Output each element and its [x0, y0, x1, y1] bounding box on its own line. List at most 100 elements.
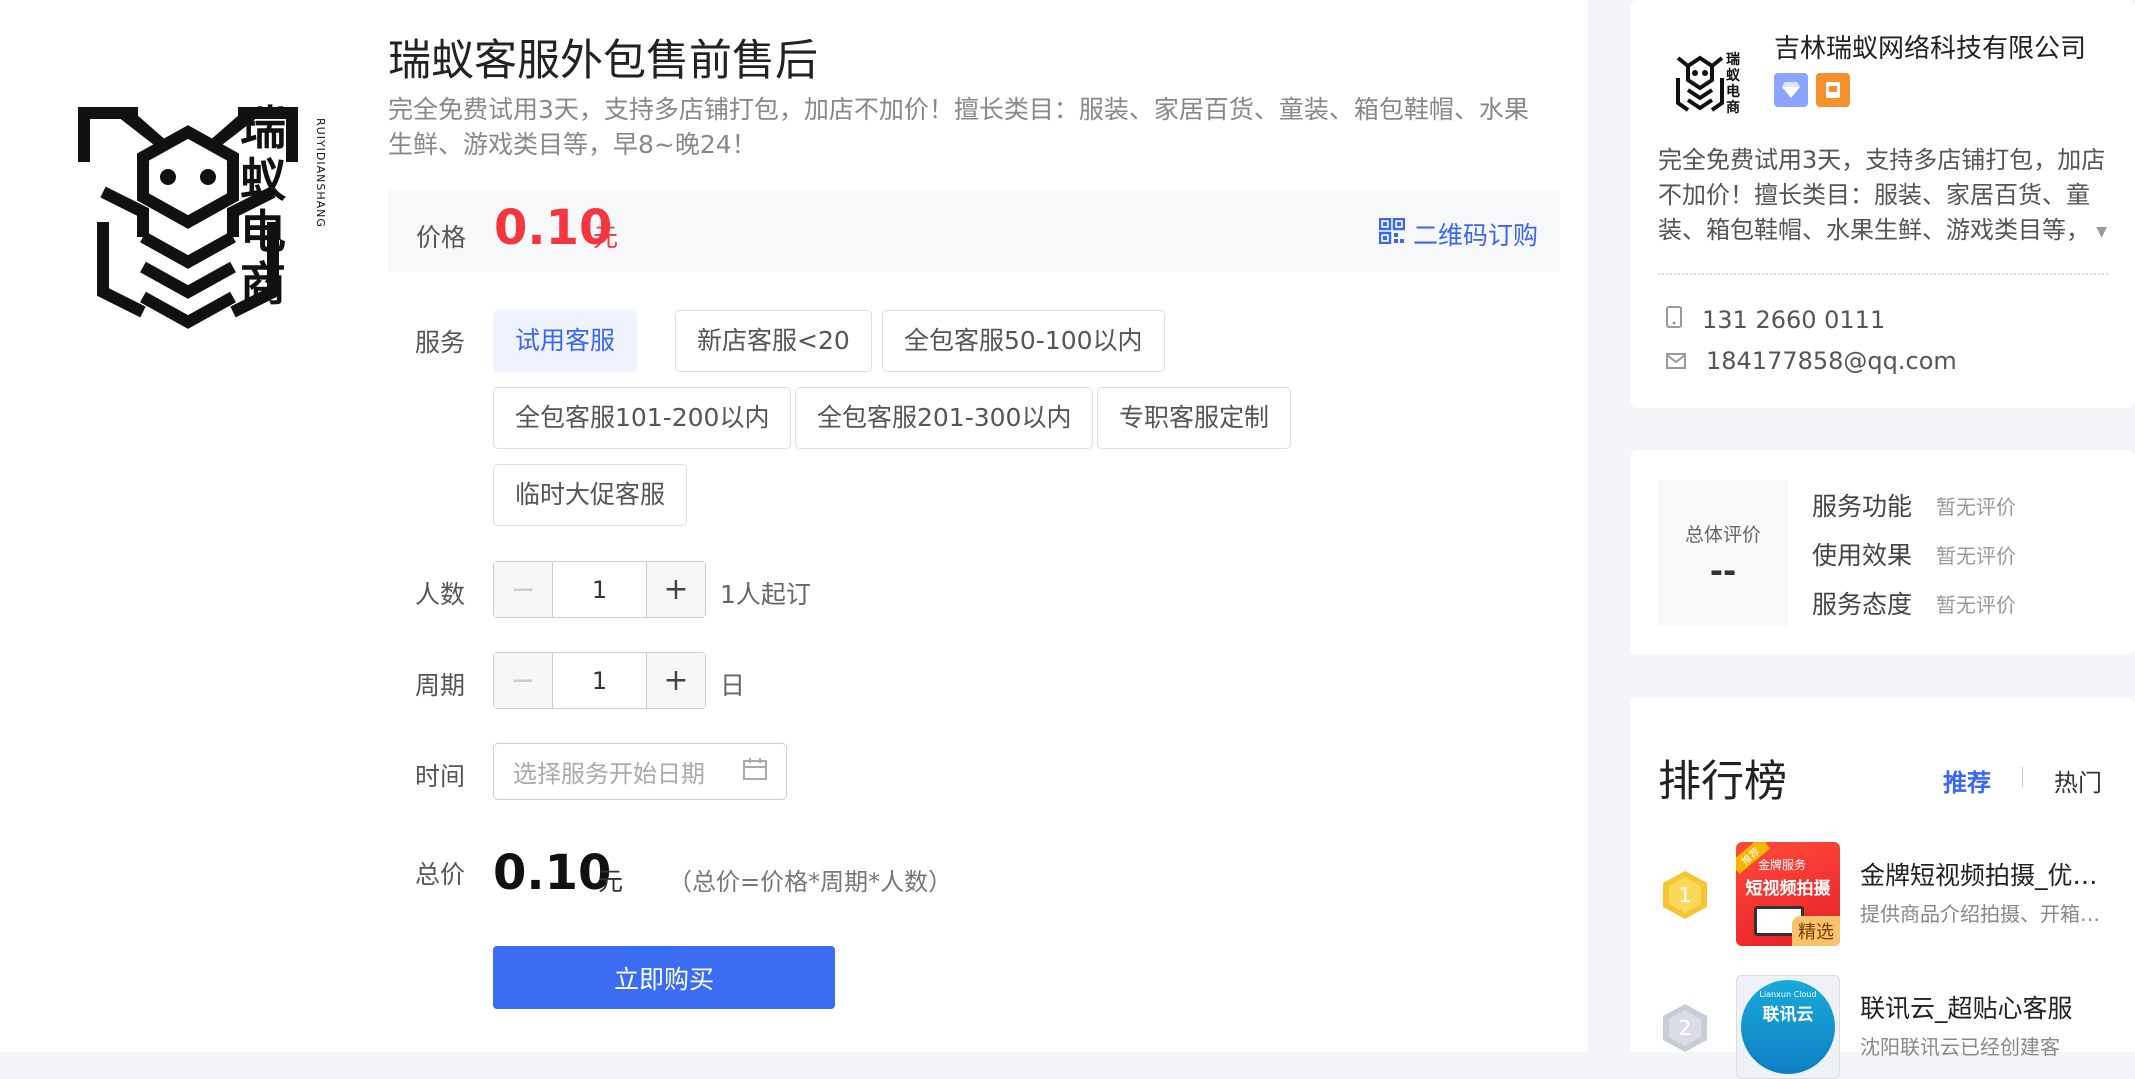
seller-phone-text: 131 2660 0111 [1702, 306, 1886, 334]
time-label: 时间 [415, 762, 466, 791]
total-unit: 元 [598, 867, 624, 896]
expand-description-icon[interactable]: ▼ [2096, 224, 2107, 240]
buy-now-button[interactable]: 立即购买 [493, 946, 835, 1009]
rating-card: 总体评价 -- 服务功能 暂无评价 使用效果 暂无评价 服务态度 暂无评价 [1630, 450, 2135, 655]
svg-text:蚁: 蚁 [1726, 67, 1741, 84]
overall-rating-label: 总体评价 [1684, 524, 1761, 546]
seller-phone: 131 2660 0111 [1666, 306, 1885, 334]
thumb-2-sub: Lianxun Cloud [1759, 990, 1817, 999]
ranking-item-2[interactable]: 2 Lianxun Cloud 联讯云 联讯云_超贴心客服 沈阳联讯云已经创建客 [1630, 975, 2135, 1079]
seller-name[interactable]: 吉林瑞蚁网络科技有限公司 [1774, 28, 2086, 65]
overall-rating: 总体评价 -- [1658, 480, 1788, 626]
logo-char-2: 蚁 [240, 153, 286, 207]
period-label: 周期 [415, 671, 466, 700]
quantity-stepper: − 1 + [493, 561, 706, 618]
sidebar: 瑞 蚁 电 商 吉林瑞蚁网络科技有限公司 完全免费试用3天，支持多店铺打包，加店… [1630, 0, 2135, 1079]
quantity-increase-button[interactable]: + [647, 562, 705, 617]
quantity-label: 人数 [415, 580, 466, 609]
ranking-item-1-name: 金牌短视频拍摄_优质服务 [1860, 861, 2120, 890]
calendar-icon [743, 757, 767, 786]
service-option-50-100[interactable]: 全包客服50-100以内 [882, 310, 1165, 372]
diamond-badge-icon [1774, 73, 1808, 107]
thumb-2-main: 联讯云 [1762, 1005, 1814, 1025]
service-option-promo[interactable]: 临时大促客服 [493, 464, 688, 526]
service-label: 服务 [415, 328, 466, 357]
product-logo: 瑞 蚁 电 商 RUIYIDIANSHANG [18, 22, 360, 360]
ranking-card: 排行榜 推荐 热门 1 推荐 金牌服务 短视频拍摄 精选 金牌短视频拍摄_优质服… [1630, 697, 2135, 1079]
certified-badge-icon [1816, 73, 1850, 107]
quantity-note: 1人起订 [720, 580, 811, 609]
period-unit: 日 [720, 671, 746, 700]
seller-email-text: 184177858@qq.com [1706, 347, 1957, 375]
seller-description: 完全免费试用3天，支持多店铺打包，加店不加价！擅长类目：服装、家居百货、童装、箱… [1658, 143, 2108, 248]
thumb-1-top: 金牌服务 [1758, 858, 1807, 872]
overall-rating-value: -- [1709, 552, 1737, 590]
ranking-item-1-desc: 提供商品介绍拍摄、开箱视频 [1860, 902, 2100, 926]
tab-hot[interactable]: 热门 [2054, 763, 2102, 798]
service-option-201-300[interactable]: 全包客服201-300以内 [795, 387, 1094, 449]
rating-effect-label: 使用效果 [1812, 541, 1913, 570]
qr-order-link[interactable]: 二维码订购 [1378, 216, 1538, 252]
rating-function-value: 暂无评价 [1936, 494, 2017, 519]
rating-row-effect: 使用效果 暂无评价 [1812, 536, 2016, 572]
total-value: 0.10 [493, 845, 612, 901]
price-box: 价格 0.10 元 二维码订购 [388, 190, 1560, 272]
logo-char-1: 瑞 [240, 101, 286, 155]
period-decrease-button[interactable]: − [494, 653, 552, 708]
ranking-title: 排行榜 [1658, 757, 1787, 807]
start-date-placeholder: 选择服务开始日期 [513, 760, 705, 788]
logo-char-3: 电 [240, 205, 286, 259]
svg-text:商: 商 [1726, 99, 1740, 116]
total-formula: （总价=价格*周期*人数） [668, 868, 953, 896]
mail-icon [1666, 347, 1686, 375]
rating-function-label: 服务功能 [1812, 492, 1913, 521]
seller-card: 瑞 蚁 电 商 吉林瑞蚁网络科技有限公司 完全免费试用3天，支持多店铺打包，加店… [1630, 0, 2135, 408]
seller-logo: 瑞 蚁 电 商 [1660, 28, 1760, 128]
price-label: 价格 [416, 223, 467, 252]
quantity-input[interactable]: 1 [552, 562, 647, 617]
ranking-item-1[interactable]: 1 推荐 金牌服务 短视频拍摄 精选 金牌短视频拍摄_优质服务 提供商品介绍拍摄… [1630, 842, 2135, 946]
rating-effect-value: 暂无评价 [1936, 543, 2017, 568]
start-date-picker[interactable]: 选择服务开始日期 [493, 743, 787, 800]
rating-row-function: 服务功能 暂无评价 [1812, 487, 2016, 523]
divider [1658, 273, 2108, 275]
thumb-1-main: 短视频拍摄 [1745, 879, 1831, 899]
tab-recommend[interactable]: 推荐 [1943, 763, 1991, 798]
svg-text:电: 电 [1726, 83, 1740, 100]
total-label: 总价 [415, 860, 466, 889]
ant-logo-icon [78, 107, 298, 329]
qr-order-label: 二维码订购 [1412, 221, 1538, 250]
logo-pinyin: RUIYIDIANSHANG [314, 118, 327, 228]
ranking-item-2-desc: 沈阳联讯云已经创建客 [1860, 1035, 2060, 1059]
svg-text:瑞: 瑞 [1726, 51, 1740, 68]
service-option-101-200[interactable]: 全包客服101-200以内 [493, 387, 792, 449]
product-detail-panel: 瑞 蚁 电 商 RUIYIDIANSHANG 瑞蚁客服外包售前售后 完全免费试用… [0, 0, 1588, 1052]
logo-brand-text: 瑞 蚁 电 商 [240, 102, 300, 310]
thumb-1-tag: 精选 [1792, 916, 1840, 946]
rank-2-number: 2 [1679, 1016, 1692, 1040]
seller-email: 184177858@qq.com [1666, 347, 1957, 375]
service-option-dedicated[interactable]: 专职客服定制 [1097, 387, 1292, 449]
price-unit: 元 [593, 223, 619, 252]
ranking-item-2-name: 联讯云_超贴心客服 [1860, 994, 2073, 1023]
rating-attitude-value: 暂无评价 [1936, 592, 2017, 617]
period-increase-button[interactable]: + [647, 653, 705, 708]
qr-code-icon [1378, 217, 1406, 250]
rating-row-attitude: 服务态度 暂无评价 [1812, 585, 2016, 621]
service-option-trial[interactable]: 试用客服 [493, 310, 638, 372]
rank-1-number: 1 [1679, 883, 1692, 907]
tab-divider [2022, 767, 2023, 787]
seller-ant-logo-icon: 瑞 蚁 电 商 [1676, 51, 1741, 116]
silver-medal-icon: 2 [1662, 1003, 1708, 1053]
period-input[interactable]: 1 [552, 653, 647, 708]
phone-icon [1666, 306, 1682, 334]
ranking-item-2-thumbnail: Lianxun Cloud 联讯云 [1736, 975, 1840, 1079]
quantity-decrease-button[interactable]: − [494, 562, 552, 617]
seller-description-text: 完全免费试用3天，支持多店铺打包，加店不加价！擅长类目：服装、家居百货、童装、箱… [1658, 146, 2106, 244]
period-stepper: − 1 + [493, 652, 706, 709]
product-description: 完全免费试用3天，支持多店铺打包，加店不加价！擅长类目：服装、家居百货、童装、箱… [388, 95, 1529, 159]
gold-medal-icon: 1 [1662, 870, 1708, 920]
rating-attitude-label: 服务态度 [1812, 590, 1913, 619]
service-option-new-store[interactable]: 新店客服<20 [675, 310, 872, 372]
logo-char-4: 商 [240, 257, 286, 311]
